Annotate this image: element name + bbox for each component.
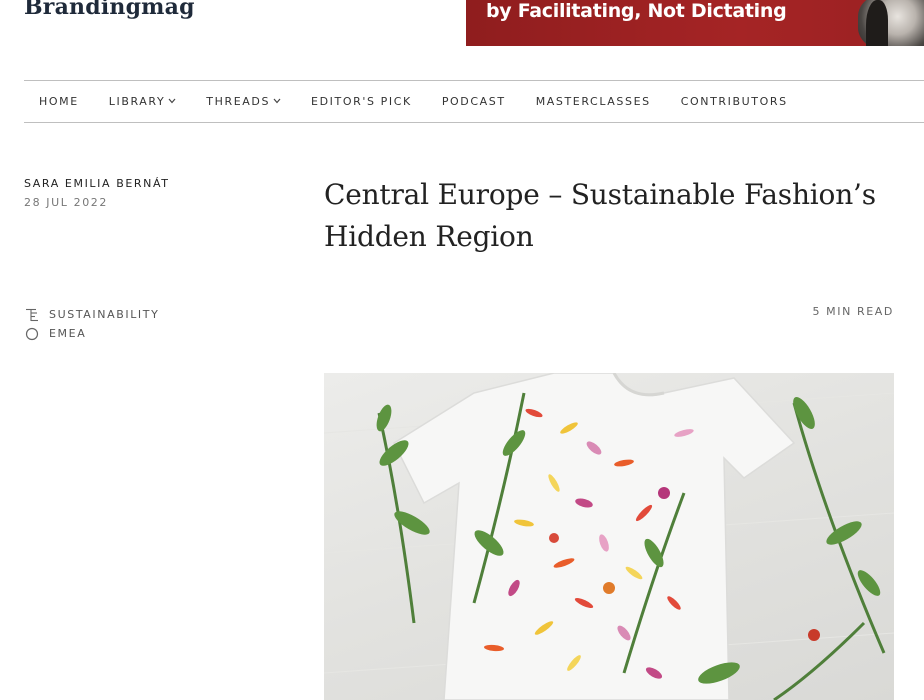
main-nav: HOME LIBRARY THREADS EDITOR'S PICK PODCA… bbox=[24, 80, 924, 123]
region-circle-icon bbox=[24, 327, 40, 341]
nav-threads-label: THREADS bbox=[206, 95, 271, 108]
nav-podcast[interactable]: PODCAST bbox=[442, 95, 506, 108]
nav-library[interactable]: LIBRARY bbox=[109, 95, 177, 108]
ad-banner-photo bbox=[858, 0, 924, 46]
hero-illustration bbox=[324, 373, 894, 700]
nav-threads[interactable]: THREADS bbox=[206, 95, 281, 108]
hero-image bbox=[324, 373, 894, 700]
nav-podcast-label: PODCAST bbox=[441, 95, 506, 108]
nav-editors-pick[interactable]: EDITOR'S PICK bbox=[311, 95, 412, 108]
nav-masterclasses[interactable]: MASTERCLASSES bbox=[536, 95, 651, 108]
read-time: 5 MIN READ bbox=[812, 305, 894, 318]
nav-home[interactable]: HOME bbox=[39, 95, 79, 108]
nav-masterclasses-label: MASTERCLASSES bbox=[535, 95, 651, 108]
tag-sustainability[interactable]: SUSTAINABILITY bbox=[24, 305, 159, 324]
nav-library-label: LIBRARY bbox=[108, 95, 166, 108]
nav-home-label: HOME bbox=[39, 95, 79, 108]
site-logo[interactable]: Brandingmag bbox=[24, 0, 195, 20]
article-author[interactable]: SARA EMILIA BERNÁT bbox=[24, 177, 170, 190]
tag-emea-label: EMEA bbox=[49, 327, 87, 340]
tag-sustainability-label: SUSTAINABILITY bbox=[49, 308, 160, 321]
chevron-down-icon bbox=[273, 97, 281, 107]
nav-contributors[interactable]: CONTRIBUTORS bbox=[681, 95, 788, 108]
article-date: 28 JUL 2022 bbox=[24, 196, 109, 209]
topic-icon bbox=[24, 308, 40, 322]
chevron-down-icon bbox=[168, 97, 176, 107]
ad-banner[interactable]: by Facilitating, Not Dictating bbox=[466, 0, 924, 46]
tag-emea[interactable]: EMEA bbox=[24, 324, 159, 343]
article-tags: SUSTAINABILITY EMEA bbox=[24, 305, 159, 343]
article-title: Central Europe – Sustainable Fashion’s H… bbox=[324, 178, 876, 253]
nav-contributors-label: CONTRIBUTORS bbox=[680, 95, 788, 108]
ad-banner-text: by Facilitating, Not Dictating bbox=[486, 0, 787, 22]
nav-editors-pick-label: EDITOR'S PICK bbox=[311, 95, 412, 108]
